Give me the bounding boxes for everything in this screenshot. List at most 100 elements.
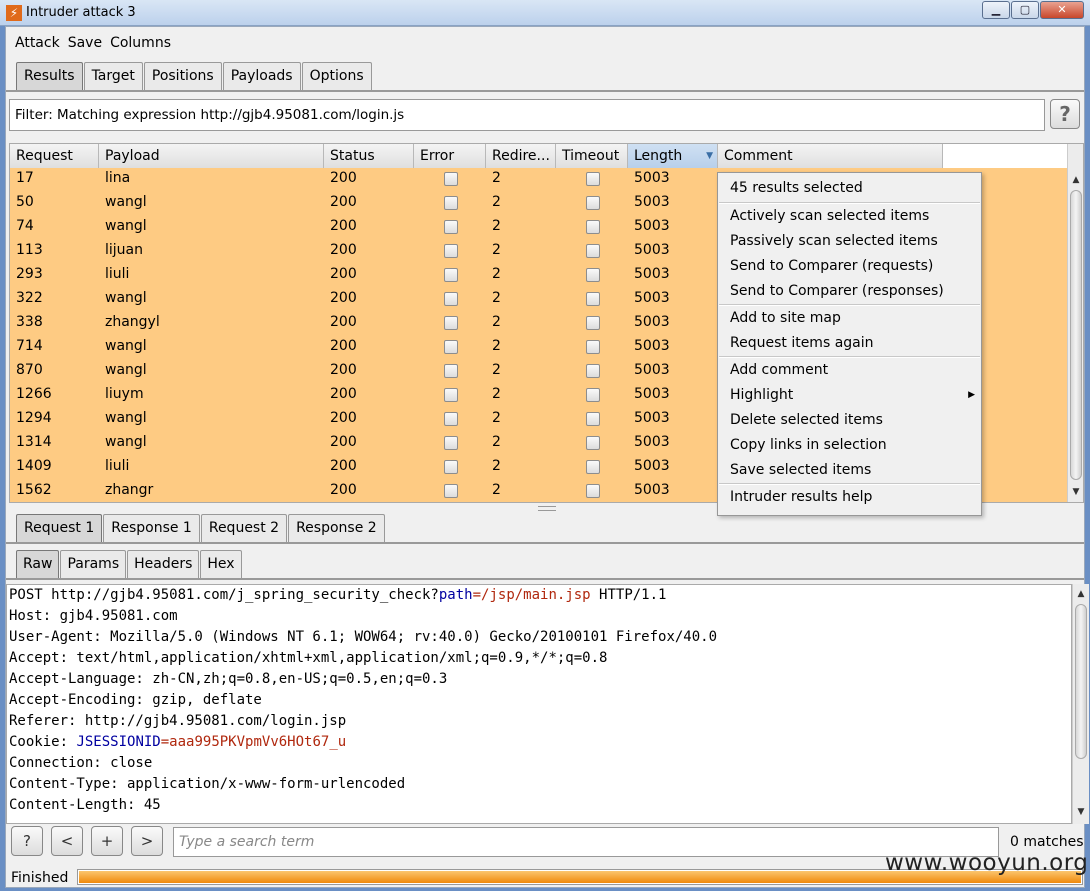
- cell-error: [414, 384, 486, 408]
- cell-length: 5003: [634, 362, 670, 378]
- request-line: POST http://gjb4.95081.com/j_spring_secu…: [9, 587, 667, 603]
- cell-status: 200: [330, 170, 357, 186]
- timeout-checkbox: [586, 412, 600, 426]
- column-comment[interactable]: Comment: [718, 144, 943, 170]
- cell-status: 200: [330, 386, 357, 402]
- cell-redirects: 2: [492, 458, 501, 474]
- cell-timeout: [556, 456, 628, 480]
- search-next-button[interactable]: >: [131, 826, 163, 856]
- filter-help-button[interactable]: ?: [1050, 99, 1080, 129]
- column-payload[interactable]: Payload: [99, 144, 324, 170]
- menu-item-intruder-results-help[interactable]: Intruder results help: [718, 485, 981, 510]
- menu-item-send-to-comparer-responses[interactable]: Send to Comparer (responses): [718, 279, 981, 304]
- pane-splitter[interactable]: [538, 506, 556, 511]
- menu-item-label: Actively scan selected items: [730, 208, 930, 224]
- timeout-checkbox: [586, 172, 600, 186]
- search-help-button[interactable]: ?: [11, 826, 43, 856]
- cell-request: 870: [16, 362, 43, 378]
- menu-item-passively-scan-selected-items[interactable]: Passively scan selected items: [718, 229, 981, 254]
- search-previous-button[interactable]: <: [51, 826, 83, 856]
- cell-status: 200: [330, 218, 357, 234]
- error-checkbox: [444, 388, 458, 402]
- minimize-icon[interactable]: ▁: [982, 1, 1010, 19]
- menu-item-delete-selected-items[interactable]: Delete selected items: [718, 408, 981, 433]
- cell-redirects: 2: [492, 266, 501, 282]
- menu-item-add-to-site-map[interactable]: Add to site map: [718, 306, 981, 331]
- error-checkbox: [444, 484, 458, 498]
- search-input[interactable]: Type a search term: [173, 827, 999, 857]
- tab-response-2[interactable]: Response 2: [288, 514, 385, 542]
- scroll-up-icon[interactable]: ▲: [1068, 172, 1083, 188]
- timeout-checkbox: [586, 292, 600, 306]
- cell-status: 200: [330, 410, 357, 426]
- cell-timeout: [556, 168, 628, 192]
- tab-results[interactable]: Results: [16, 62, 83, 90]
- menu-item-label: Send to Comparer (requests): [730, 258, 934, 274]
- menu-item-copy-links-in-selection[interactable]: Copy links in selection: [718, 433, 981, 458]
- tab-request-2[interactable]: Request 2: [200, 514, 288, 542]
- menu-item-actively-scan-selected-items[interactable]: Actively scan selected items: [718, 204, 981, 229]
- tab-raw[interactable]: Raw: [16, 550, 60, 578]
- column-length-label: Length: [634, 148, 683, 164]
- tab-payloads[interactable]: Payloads: [222, 62, 301, 90]
- error-checkbox: [444, 292, 458, 306]
- menu-item-send-to-comparer-requests[interactable]: Send to Comparer (requests): [718, 254, 981, 279]
- cell-status: 200: [330, 434, 357, 450]
- tab-response-1[interactable]: Response 1: [103, 514, 200, 542]
- status-text: Finished: [11, 870, 69, 886]
- table-scrollbar[interactable]: ▲ ▼: [1067, 144, 1083, 502]
- column-length[interactable]: Length ▼: [628, 144, 718, 170]
- menu-item-request-items-again[interactable]: Request items again: [718, 331, 981, 356]
- cell-payload: wangl: [105, 410, 147, 426]
- cell-length: 5003: [634, 290, 670, 306]
- menu-item-label: Send to Comparer (responses): [730, 283, 944, 299]
- editor-scroll-up-icon[interactable]: ▲: [1073, 586, 1089, 602]
- tab-options[interactable]: Options: [301, 62, 372, 90]
- cell-timeout: [556, 480, 628, 502]
- menu-columns[interactable]: Columns: [106, 31, 175, 55]
- message-tabs: Request 1 Response 1 Request 2 Response …: [16, 514, 386, 542]
- column-timeout[interactable]: Timeout: [556, 144, 628, 170]
- cell-timeout: [556, 408, 628, 432]
- cell-length: 5003: [634, 218, 670, 234]
- editor-scroll-thumb[interactable]: [1075, 604, 1087, 759]
- scroll-down-icon[interactable]: ▼: [1068, 484, 1083, 500]
- tab-positions[interactable]: Positions: [143, 62, 222, 90]
- column-status[interactable]: Status: [324, 144, 414, 170]
- menu-item-save-selected-items[interactable]: Save selected items: [718, 458, 981, 483]
- menu-item-highlight[interactable]: Highlight ▶: [718, 383, 981, 408]
- maximize-icon[interactable]: ▢: [1011, 1, 1039, 19]
- cell-redirects: 2: [492, 410, 501, 426]
- cell-length: 5003: [634, 434, 670, 450]
- menu-item-label: Save selected items: [730, 462, 872, 478]
- header-line: Referer: http://gjb4.95081.com/login.jsp: [9, 713, 347, 729]
- table-header: Request Payload Status Error Redire... T…: [10, 144, 943, 170]
- cell-length: 5003: [634, 242, 670, 258]
- error-checkbox: [444, 196, 458, 210]
- menu-item-label: Copy links in selection: [730, 437, 887, 453]
- timeout-checkbox: [586, 196, 600, 210]
- scroll-thumb[interactable]: [1070, 190, 1082, 480]
- raw-request-editor[interactable]: POST http://gjb4.95081.com/j_spring_secu…: [6, 584, 1072, 824]
- cell-length: 5003: [634, 170, 670, 186]
- tab-headers[interactable]: Headers: [127, 550, 200, 578]
- cell-request: 322: [16, 290, 43, 306]
- search-options-button[interactable]: +: [91, 826, 123, 856]
- column-request[interactable]: Request: [10, 144, 99, 170]
- column-redirects[interactable]: Redire...: [486, 144, 556, 170]
- menu-item-add-comment[interactable]: Add comment: [718, 358, 981, 383]
- editor-scroll-down-icon[interactable]: ▼: [1073, 804, 1089, 820]
- tab-target[interactable]: Target: [83, 62, 143, 90]
- column-error[interactable]: Error: [414, 144, 486, 170]
- cell-status: 200: [330, 242, 357, 258]
- menu-item-label: Delete selected items: [730, 412, 883, 428]
- tab-params[interactable]: Params: [60, 550, 127, 578]
- menu-save[interactable]: Save: [64, 31, 106, 55]
- cell-error: [414, 408, 486, 432]
- editor-scrollbar[interactable]: ▲ ▼: [1072, 584, 1089, 824]
- tab-request-1[interactable]: Request 1: [16, 514, 103, 542]
- tab-hex[interactable]: Hex: [200, 550, 242, 578]
- filter-bar[interactable]: Filter: Matching expression http://gjb4.…: [9, 99, 1045, 131]
- menu-attack[interactable]: Attack: [11, 31, 64, 55]
- close-icon[interactable]: ✕: [1040, 1, 1084, 19]
